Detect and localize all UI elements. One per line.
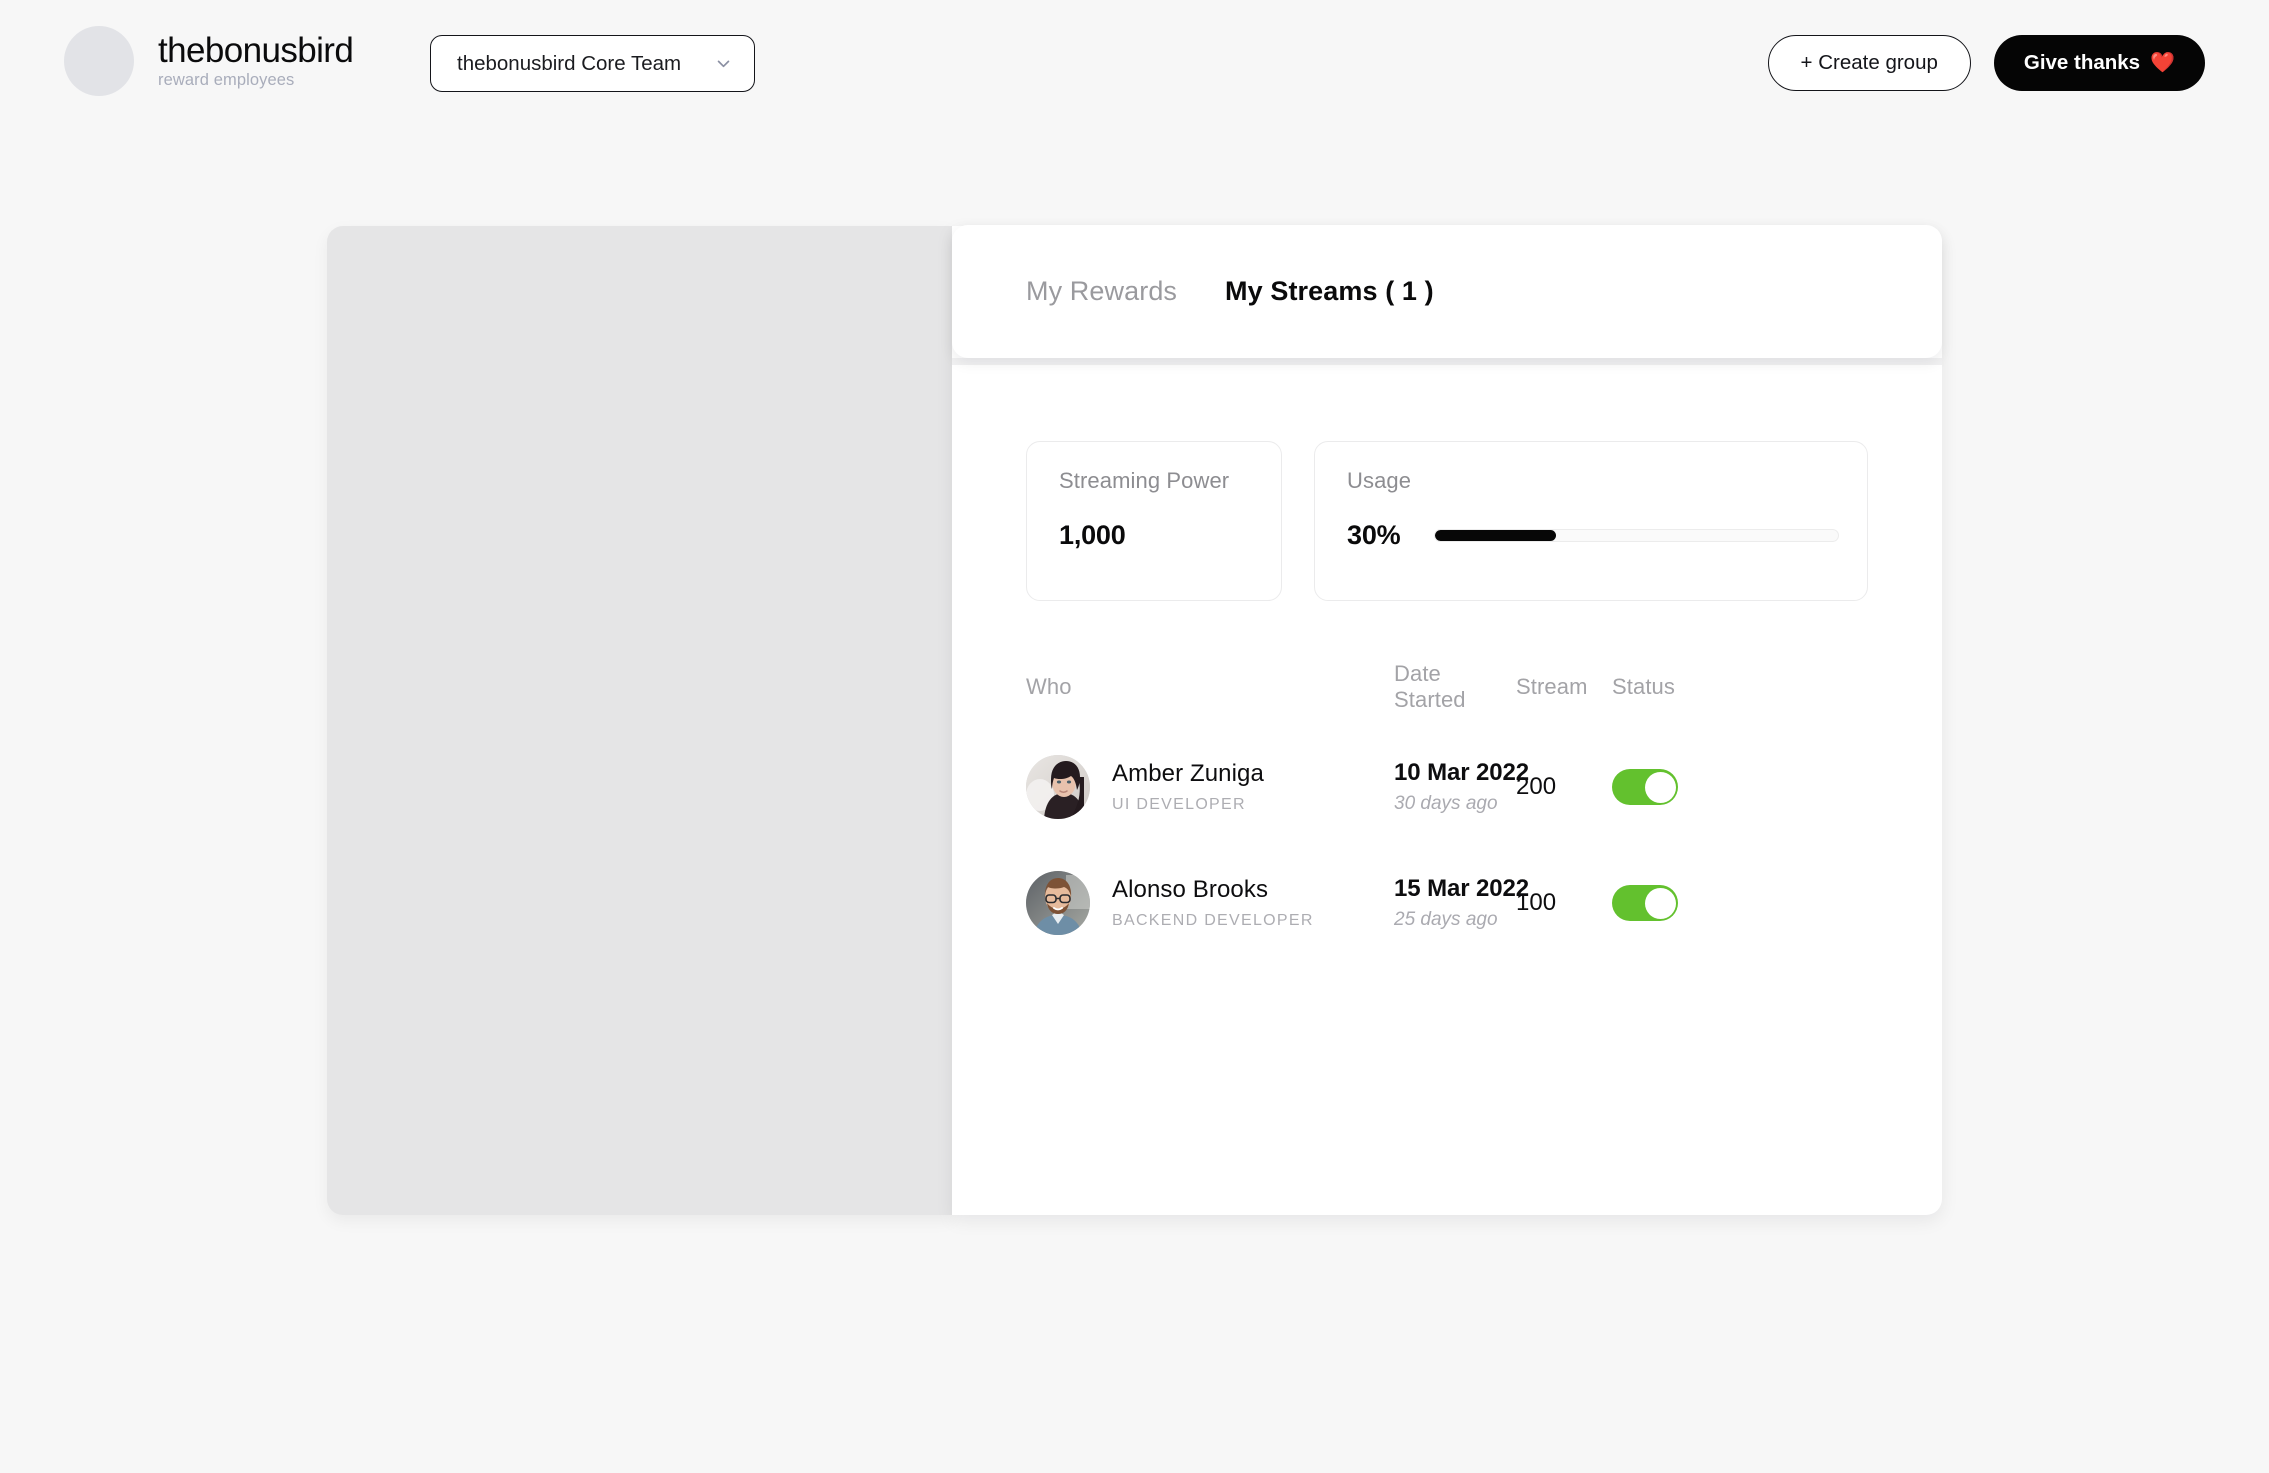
brand-tagline: reward employees <box>158 71 295 90</box>
chevron-down-icon <box>715 55 732 72</box>
streams-content: Streaming Power 1,000 Usage 30% Who Date… <box>952 365 1942 1215</box>
give-thanks-button[interactable]: Give thanks ❤️ <box>1993 35 2205 91</box>
column-header-status: Status <box>1612 674 1675 699</box>
give-thanks-label: Give thanks <box>2023 51 2141 74</box>
toggle-knob <box>1644 771 1676 803</box>
usage-card: Usage 30% <box>1314 441 1868 601</box>
date-started: 15 Mar 2022 <box>1394 874 1530 902</box>
avatar-amber-zuniga-icon <box>1026 755 1090 819</box>
person-info: Amber Zuniga UI DEVELOPER <box>1112 760 1264 814</box>
avatar-alonso-brooks-icon <box>1026 871 1090 935</box>
usage-value: 30% <box>1347 520 1401 550</box>
brand-text: thebonusbird reward employees <box>158 30 354 91</box>
streaming-power-label: Streaming Power <box>1059 468 1230 493</box>
left-placeholder-panel <box>327 226 952 1215</box>
stream-amount: 100 <box>1516 889 1557 916</box>
date-relative: 30 days ago <box>1394 793 1498 815</box>
column-header-who: Who <box>1026 674 1072 699</box>
tab-my-rewards[interactable]: My Rewards <box>1026 276 1177 307</box>
tabs-divider <box>952 358 1942 365</box>
streams-table: Who Date Started Stream Status Amber Zun… <box>1026 661 1868 945</box>
person-info: Alonso Brooks BACKEND DEVELOPER <box>1112 876 1314 930</box>
table-row: Alonso Brooks BACKEND DEVELOPER 15 Mar 2… <box>1026 861 1868 945</box>
who-cell: Amber Zuniga UI DEVELOPER <box>1026 755 1394 819</box>
person-name: Alonso Brooks <box>1112 876 1269 904</box>
create-group-button[interactable]: + Create group <box>1767 35 1971 91</box>
status-cell <box>1612 885 1732 921</box>
user-avatar-placeholder-icon[interactable] <box>64 26 134 96</box>
person-role: UI DEVELOPER <box>1112 795 1246 813</box>
date-cell: 10 Mar 2022 30 days ago <box>1394 758 1530 816</box>
status-toggle[interactable] <box>1612 885 1678 921</box>
usage-label: Usage <box>1347 468 1412 493</box>
streaming-power-value: 1,000 <box>1059 520 1126 550</box>
team-selector[interactable]: thebonusbird Core Team <box>430 35 755 92</box>
person-role: BACKEND DEVELOPER <box>1112 911 1314 929</box>
column-header-date: Date Started <box>1394 661 1466 712</box>
person-name: Amber Zuniga <box>1112 760 1264 788</box>
usage-progress-fill <box>1435 530 1557 541</box>
who-cell: Alonso Brooks BACKEND DEVELOPER <box>1026 871 1394 935</box>
date-cell: 15 Mar 2022 25 days ago <box>1394 874 1530 932</box>
stream-amount: 200 <box>1516 773 1557 800</box>
table-header-row: Who Date Started Stream Status <box>1026 661 1868 713</box>
top-bar: thebonusbird reward employees thebonusbi… <box>0 0 2269 126</box>
status-toggle[interactable] <box>1612 769 1678 805</box>
app-root: thebonusbird reward employees thebonusbi… <box>0 0 2269 1473</box>
date-started: 10 Mar 2022 <box>1394 758 1530 786</box>
tabs-bar: My Rewards My Streams ( 1 ) <box>952 225 1942 358</box>
tab-my-streams[interactable]: My Streams ( 1 ) <box>1225 276 1434 307</box>
toggle-knob <box>1644 887 1676 919</box>
table-row: Amber Zuniga UI DEVELOPER 10 Mar 2022 30… <box>1026 745 1868 829</box>
brand-name: thebonusbird <box>158 30 354 70</box>
stats-row: Streaming Power 1,000 Usage 30% <box>1026 441 1868 601</box>
topbar-actions: + Create group Give thanks ❤️ <box>1767 35 2205 91</box>
usage-row: 30% <box>1347 520 1839 551</box>
date-relative: 25 days ago <box>1394 909 1498 931</box>
team-selector-value: thebonusbird Core Team <box>457 51 682 75</box>
usage-progress-bar <box>1434 529 1839 542</box>
column-header-stream: Stream <box>1516 674 1588 699</box>
heart-icon: ❤️ <box>2150 52 2175 74</box>
status-cell <box>1612 769 1732 805</box>
streaming-power-card: Streaming Power 1,000 <box>1026 441 1282 601</box>
brand[interactable]: thebonusbird reward employees <box>64 26 354 96</box>
